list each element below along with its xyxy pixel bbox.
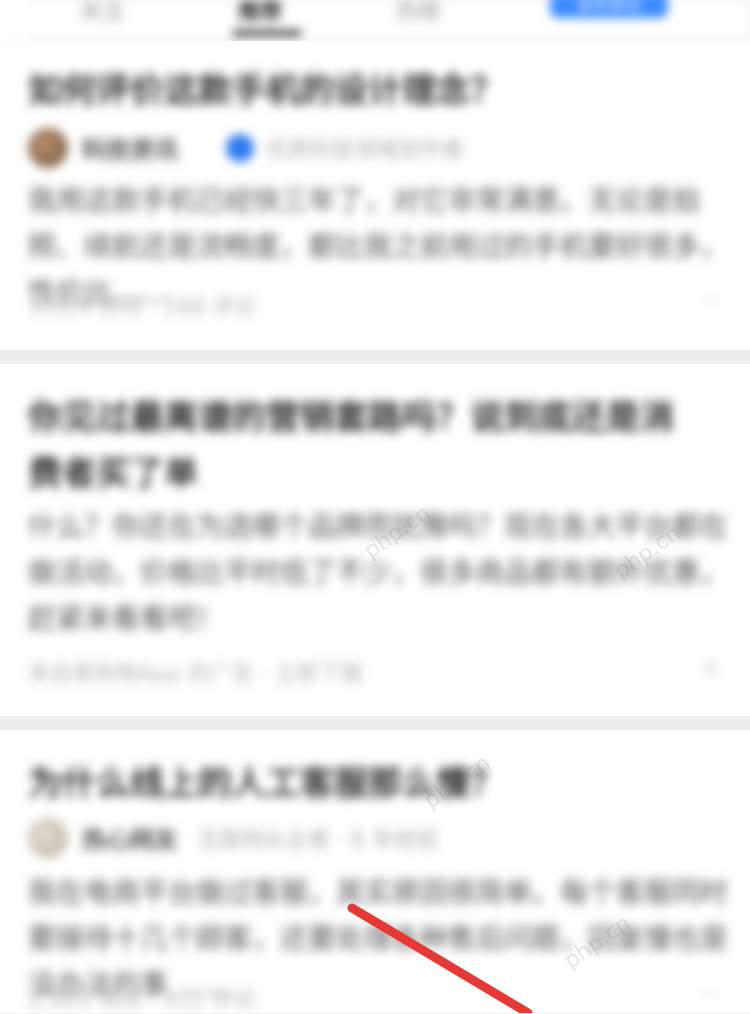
feed-separator <box>0 716 750 730</box>
feed-card[interactable]: 为什么线上的人工客服那么慢？ 热心网友 互联网从业者 · 6 年经验 我在电商平… <box>28 730 750 1013</box>
card-footer: 2,305 赞同 · 412 评论 <box>28 988 256 1013</box>
tab-following[interactable]: 关注 <box>80 0 124 26</box>
feed-card[interactable]: 如何评价这款手机的设计理念？ 科技资讯 优质科技领域创作者 我用这款手机已经快三… <box>28 41 750 350</box>
card-footer: 1,024 赞同 · 168 评论 <box>28 295 256 320</box>
author-meta: 互联网从业者 · 6 年经验 <box>198 828 438 853</box>
card-title[interactable]: 如何评价这款手机的设计理念？ <box>28 63 504 119</box>
left-gutter <box>0 0 28 1013</box>
avatar[interactable] <box>28 128 68 168</box>
close-ad-icon[interactable]: × <box>702 656 720 681</box>
tab-hot[interactable]: 热榜 <box>396 0 440 26</box>
card-title[interactable]: 你见过最离谱的营销套路吗？说到底还是消费者买了单 <box>28 390 688 502</box>
tab-recommended[interactable]: 推荐 <box>238 0 282 26</box>
more-options-icon[interactable]: ··· <box>699 289 720 314</box>
feed-separator <box>0 350 750 364</box>
active-tab-indicator <box>232 30 302 36</box>
author-name[interactable]: 热心网友 <box>82 820 178 855</box>
author-name[interactable]: 科技资讯 <box>82 130 178 165</box>
card-footer: 来自某购物App 的广告 · 立即下载 <box>28 662 363 687</box>
compose-button[interactable]: 发布想法 <box>550 0 668 18</box>
author-meta: 优质科技领域创作者 <box>266 138 465 163</box>
verified-badge-icon <box>226 134 254 162</box>
avatar[interactable] <box>28 818 68 858</box>
top-nav: 关注 推荐 热榜 发布想法 <box>0 0 750 41</box>
more-options-icon[interactable]: ··· <box>699 982 720 1007</box>
